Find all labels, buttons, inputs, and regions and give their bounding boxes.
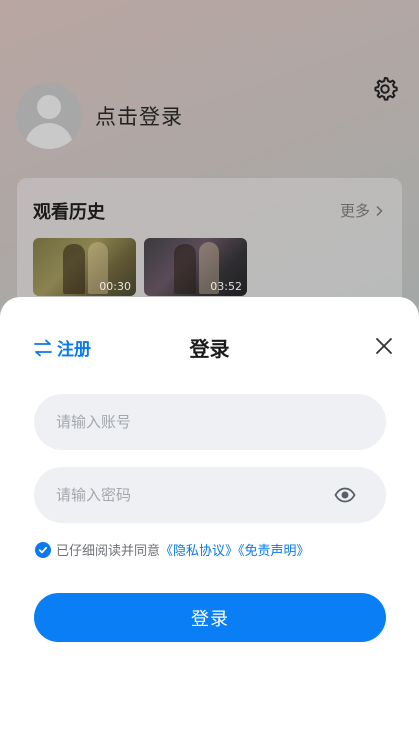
agreement-text: 已仔细阅读并同意《隐私协议》《免责声明》 (56, 540, 310, 559)
watch-history-title: 观看历史 (33, 202, 105, 223)
sheet-title: 登录 (189, 337, 230, 361)
password-visibility-toggle[interactable] (334, 485, 356, 505)
eye-icon (334, 487, 356, 503)
profile-login-row[interactable]: 点击登录 (16, 83, 183, 149)
thumbnail-figure (63, 244, 85, 294)
history-video-thumbnail[interactable]: 03:52 (144, 238, 247, 296)
password-input[interactable] (56, 486, 364, 504)
settings-button[interactable] (371, 75, 399, 103)
history-more-label: 更多 (339, 202, 370, 220)
video-duration: 03:52 (210, 280, 242, 293)
disclaimer-link[interactable]: 《免责声明》 (238, 544, 310, 559)
chevron-right-icon (376, 205, 383, 216)
video-duration: 00:30 (99, 280, 131, 293)
account-input[interactable] (56, 413, 364, 431)
gear-icon (374, 76, 398, 101)
close-icon (376, 338, 392, 354)
avatar-head-shape (37, 95, 61, 119)
agreement-checkbox[interactable] (35, 541, 51, 558)
login-prompt[interactable]: 点击登录 (95, 101, 183, 131)
close-button[interactable] (374, 336, 394, 356)
login-submit-button[interactable]: 登录 (34, 593, 386, 642)
avatar-body-shape (25, 123, 73, 149)
sheet-header: 注册 登录 (0, 297, 419, 395)
privacy-policy-link[interactable]: 《隐私协议》 (160, 544, 238, 559)
history-more-link[interactable]: 更多 (340, 200, 384, 221)
avatar[interactable] (16, 83, 82, 149)
password-field[interactable] (34, 467, 386, 523)
agreement-row: 已仔细阅读并同意《隐私协议》《免责声明》 (35, 540, 310, 559)
agreement-prefix: 已仔细阅读并同意 (56, 544, 161, 559)
account-field[interactable] (34, 394, 386, 450)
thumbnail-figure (174, 244, 196, 294)
check-icon (38, 546, 48, 553)
history-video-thumbnail[interactable]: 00:30 (33, 238, 136, 296)
login-bottom-sheet: 注册 登录 已仔细阅读并同意《隐私协议》《免责声明》 登录 (0, 297, 419, 744)
